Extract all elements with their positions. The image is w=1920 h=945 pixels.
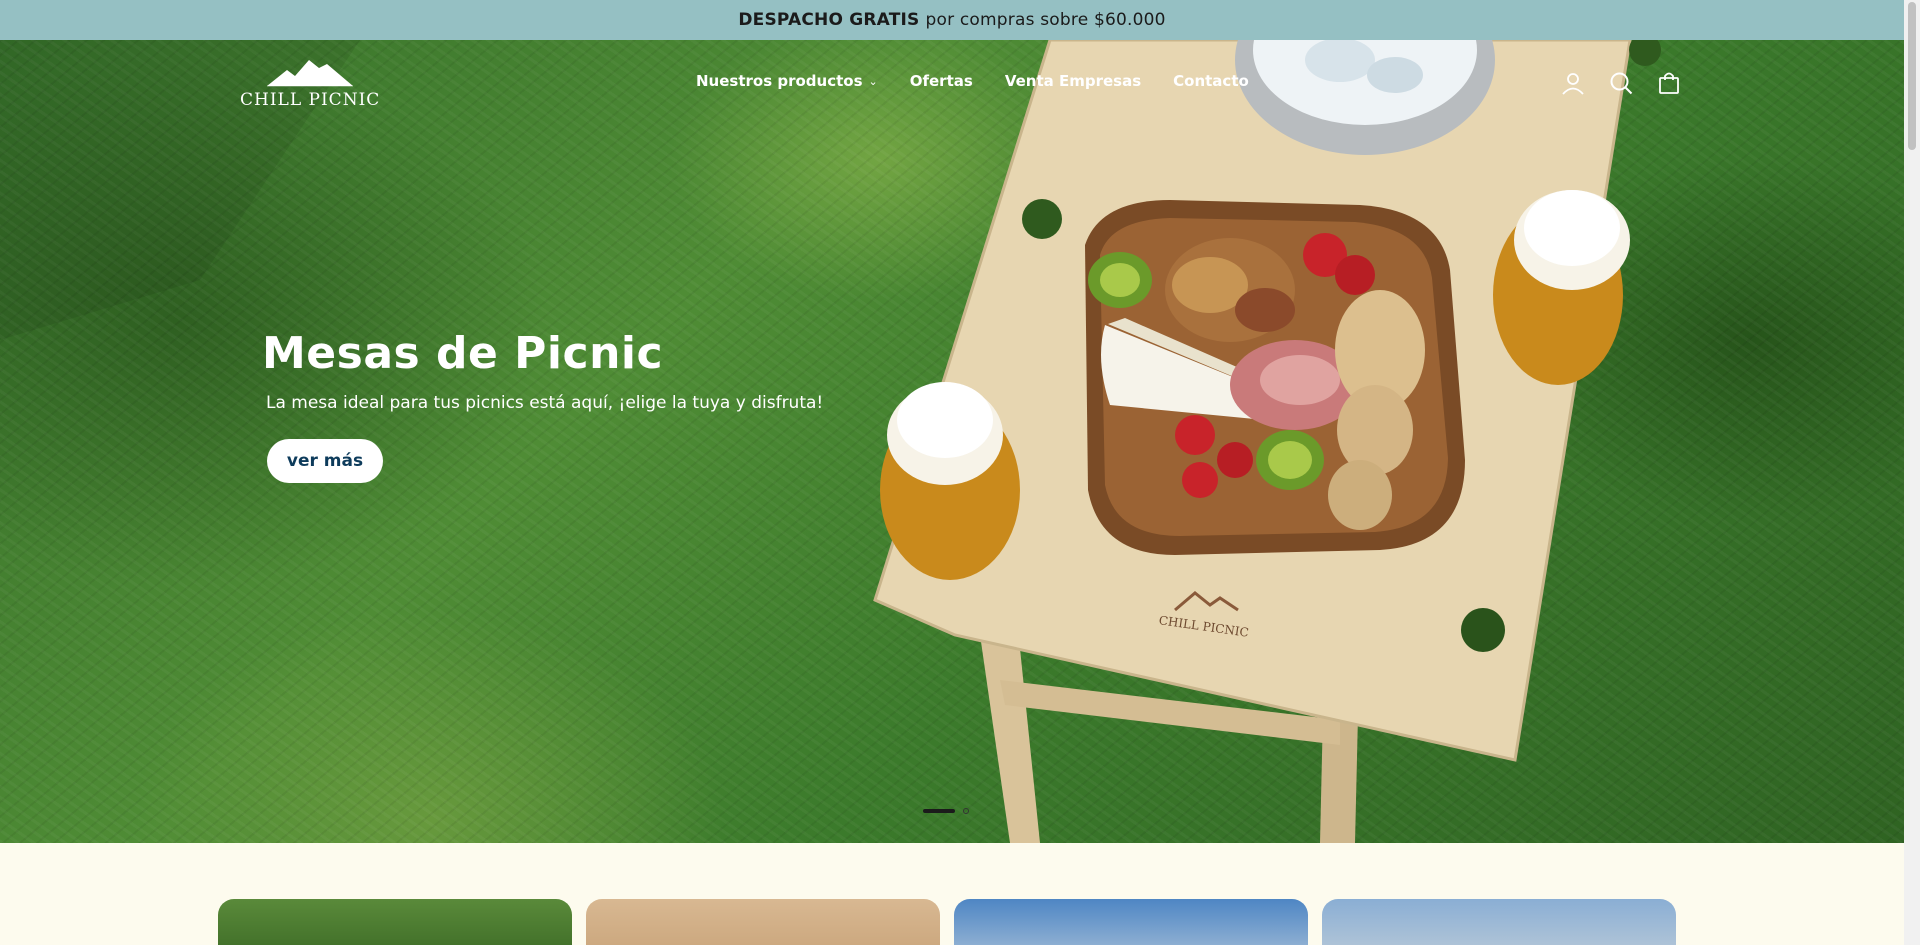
announcement-text: por compras sobre $60.000 bbox=[925, 10, 1166, 30]
mountain-icon bbox=[267, 60, 353, 87]
cart-icon[interactable] bbox=[1656, 70, 1682, 96]
brand-name: CHILL PICNIC bbox=[240, 90, 381, 110]
page: DESPACHO GRATIS por compras sobre $60.00… bbox=[0, 0, 1920, 945]
hero-title: Mesas de Picnic bbox=[262, 328, 664, 379]
category-card[interactable] bbox=[1322, 899, 1676, 945]
site-header: CHILL PICNIC Nuestros productos ⌄ Oferta… bbox=[0, 40, 1904, 130]
slider-dot[interactable] bbox=[963, 808, 969, 814]
slider-dot-active[interactable] bbox=[923, 809, 955, 813]
header-icons bbox=[1560, 70, 1682, 96]
nav-item-contacto[interactable]: Contacto bbox=[1173, 72, 1249, 90]
search-icon[interactable] bbox=[1608, 70, 1634, 96]
scrollbar[interactable] bbox=[1904, 0, 1920, 945]
category-card[interactable] bbox=[586, 899, 940, 945]
nav-label: Contacto bbox=[1173, 72, 1249, 90]
ver-mas-button[interactable]: ver más bbox=[267, 439, 383, 483]
category-card[interactable] bbox=[218, 899, 572, 945]
account-icon[interactable] bbox=[1560, 70, 1586, 96]
nav-label: Nuestros productos bbox=[696, 72, 863, 90]
nav-label: Venta Empresas bbox=[1004, 72, 1142, 90]
main-nav: Nuestros productos ⌄ Ofertas Venta Empre… bbox=[696, 72, 1249, 90]
slider-dots bbox=[923, 808, 969, 814]
nav-item-venta-empresas[interactable]: Venta Empresas bbox=[1005, 72, 1141, 90]
nav-label: Ofertas bbox=[909, 72, 973, 90]
announcement-bar: DESPACHO GRATIS por compras sobre $60.00… bbox=[0, 0, 1904, 40]
chevron-down-icon: ⌄ bbox=[868, 74, 878, 88]
category-cards bbox=[218, 899, 1676, 945]
hero-subtitle: La mesa ideal para tus picnics está aquí… bbox=[266, 393, 824, 413]
logo[interactable]: CHILL PICNIC bbox=[240, 56, 380, 122]
announcement-bold: DESPACHO GRATIS bbox=[738, 10, 920, 30]
category-card[interactable] bbox=[954, 899, 1308, 945]
scrollbar-thumb[interactable] bbox=[1908, 2, 1916, 150]
hero-content: Mesas de Picnic La mesa ideal para tus p… bbox=[262, 328, 823, 483]
nav-item-ofertas[interactable]: Ofertas bbox=[910, 72, 973, 90]
nav-item-nuestros-productos[interactable]: Nuestros productos ⌄ bbox=[696, 72, 878, 90]
